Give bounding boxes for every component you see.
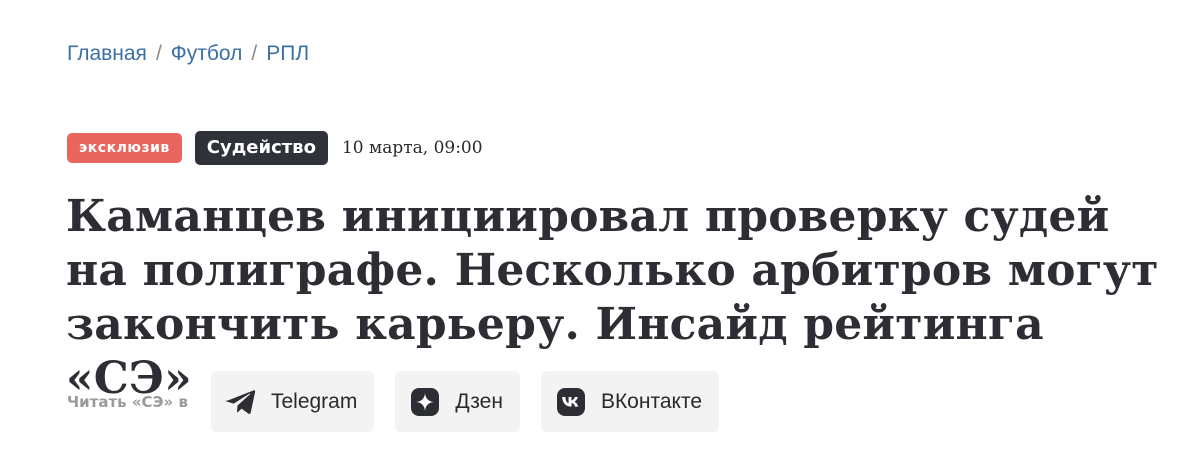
dzen-label: Дзен xyxy=(455,389,503,413)
read-in-bar: Читать «СЭ» в Telegram Дзен ВКонтакте xyxy=(67,371,740,432)
telegram-button[interactable]: Telegram xyxy=(210,371,375,432)
exclusive-badge: эксклюзив xyxy=(67,133,182,163)
tag-refereeing[interactable]: Судейство xyxy=(194,131,328,165)
headline-line-2: на полиграфе. Несколько арбитров могут xyxy=(66,245,1159,296)
article-meta: эксклюзив Судейство 10 марта, 09:00 xyxy=(67,131,483,165)
read-in-label: Читать «СЭ» в xyxy=(67,392,188,411)
breadcrumb: Главная / Футбол / РПЛ xyxy=(67,42,309,66)
breadcrumb-separator: / xyxy=(155,42,162,65)
breadcrumb-separator: / xyxy=(251,42,258,65)
breadcrumb-home-link[interactable]: Главная xyxy=(67,42,147,66)
headline-line-1: Каманцев инициировал проверку судей xyxy=(66,191,1110,242)
telegram-icon xyxy=(225,386,257,418)
dzen-button[interactable]: Дзен xyxy=(395,371,520,432)
vk-button[interactable]: ВКонтакте xyxy=(540,371,719,432)
publish-datetime: 10 марта, 09:00 xyxy=(341,138,483,158)
vk-icon xyxy=(555,386,587,418)
breadcrumb-football-link[interactable]: Футбол xyxy=(171,42,243,66)
breadcrumb-rpl-link[interactable]: РПЛ xyxy=(266,42,309,66)
telegram-label: Telegram xyxy=(270,389,358,413)
vk-label: ВКонтакте xyxy=(600,389,702,413)
dzen-icon xyxy=(409,386,441,418)
